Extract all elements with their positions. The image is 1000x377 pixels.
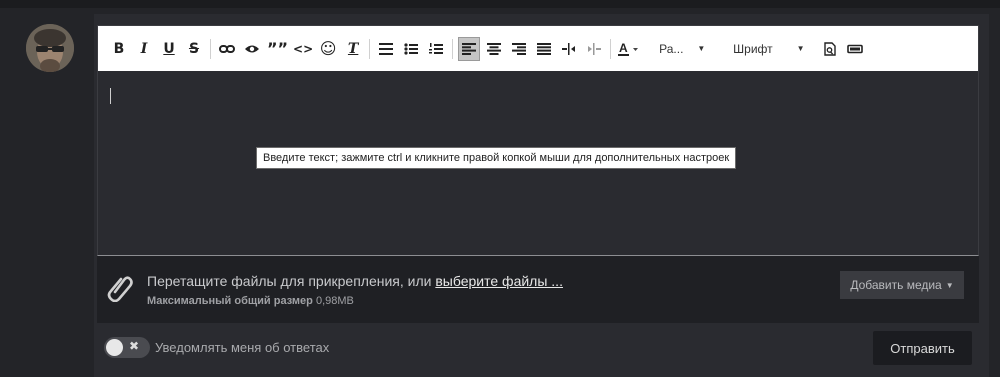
- underline-button[interactable]: U: [158, 37, 180, 61]
- horizontal-rule-icon[interactable]: [375, 37, 397, 61]
- toolbar-separator: [210, 38, 211, 59]
- indent-icon[interactable]: [558, 37, 580, 61]
- code-button[interactable]: <>: [292, 37, 314, 61]
- attachment-area[interactable]: Перетащите файлы для прикрепления, или в…: [97, 256, 979, 323]
- toggle-knob: [106, 339, 123, 356]
- svg-text:A: A: [619, 42, 628, 55]
- toolbar-separator: [610, 38, 612, 59]
- max-size-value: 0,98MB: [315, 295, 354, 307]
- numbered-list-icon[interactable]: [425, 37, 447, 61]
- link-icon[interactable]: [216, 37, 238, 61]
- quote-button[interactable]: ””: [266, 37, 289, 61]
- emoji-button[interactable]: ☺: [317, 37, 339, 61]
- notify-toggle[interactable]: ✖: [104, 337, 150, 358]
- bullet-list-icon[interactable]: [400, 37, 422, 61]
- toolbar-separator: [369, 38, 371, 59]
- chevron-down-icon: ▼: [796, 44, 805, 53]
- add-media-label: Добавить медиа: [850, 278, 942, 292]
- attachment-prompt: Перетащите файлы для прикрепления, или в…: [147, 273, 563, 289]
- font-family-label: Шрифт: [733, 41, 773, 56]
- attachment-prompt-text: Перетащите файлы для прикрепления, или: [147, 273, 436, 289]
- editor-toolbar: B I U S ”” <> ☺ T A Ра... ▼ Шрифт ▼: [98, 26, 978, 71]
- font-family-dropdown[interactable]: Шрифт ▼: [733, 37, 815, 61]
- rich-text-editor[interactable]: B I U S ”” <> ☺ T A Ра... ▼ Шрифт ▼ Введ…: [97, 25, 979, 256]
- notify-label: Уведомлять меня об ответах: [155, 340, 330, 355]
- paperclip-icon: [107, 272, 133, 303]
- align-center-icon[interactable]: [483, 37, 505, 61]
- max-size-label: Максимальный общий размер: [147, 295, 313, 307]
- align-left-icon[interactable]: [458, 36, 481, 61]
- submit-button[interactable]: Отправить: [873, 331, 972, 365]
- toolbar-separator: [452, 38, 454, 59]
- top-strip: [0, 0, 1000, 8]
- text-color-icon[interactable]: A: [616, 37, 642, 61]
- chevron-down-icon: ▼: [697, 44, 706, 53]
- add-media-button[interactable]: Добавить медиа ▼: [840, 271, 964, 299]
- align-justify-icon[interactable]: [533, 37, 555, 61]
- editor-tooltip: Введите текст; зажмите ctrl и кликните п…: [256, 147, 737, 169]
- text-caret: [110, 88, 111, 104]
- strikethrough-button[interactable]: S: [183, 37, 205, 61]
- paragraph-format-label: Ра...: [659, 41, 684, 56]
- eye-icon[interactable]: [241, 37, 263, 61]
- user-avatar[interactable]: [26, 24, 74, 72]
- source-mode-icon[interactable]: [844, 37, 866, 61]
- preview-icon[interactable]: [819, 37, 841, 61]
- bold-button[interactable]: B: [108, 37, 130, 61]
- close-icon: ✖: [129, 339, 140, 353]
- outdent-icon[interactable]: [583, 37, 605, 61]
- caret-down-icon: ▼: [945, 280, 954, 290]
- italic-button[interactable]: I: [133, 37, 155, 61]
- max-size-info: Максимальный общий размер 0,98MB: [147, 295, 354, 307]
- paragraph-format-dropdown[interactable]: Ра... ▼: [659, 37, 721, 61]
- clear-format-button[interactable]: T: [342, 37, 364, 61]
- choose-files-link[interactable]: выберите файлы ...: [435, 273, 563, 289]
- align-right-icon[interactable]: [508, 37, 530, 61]
